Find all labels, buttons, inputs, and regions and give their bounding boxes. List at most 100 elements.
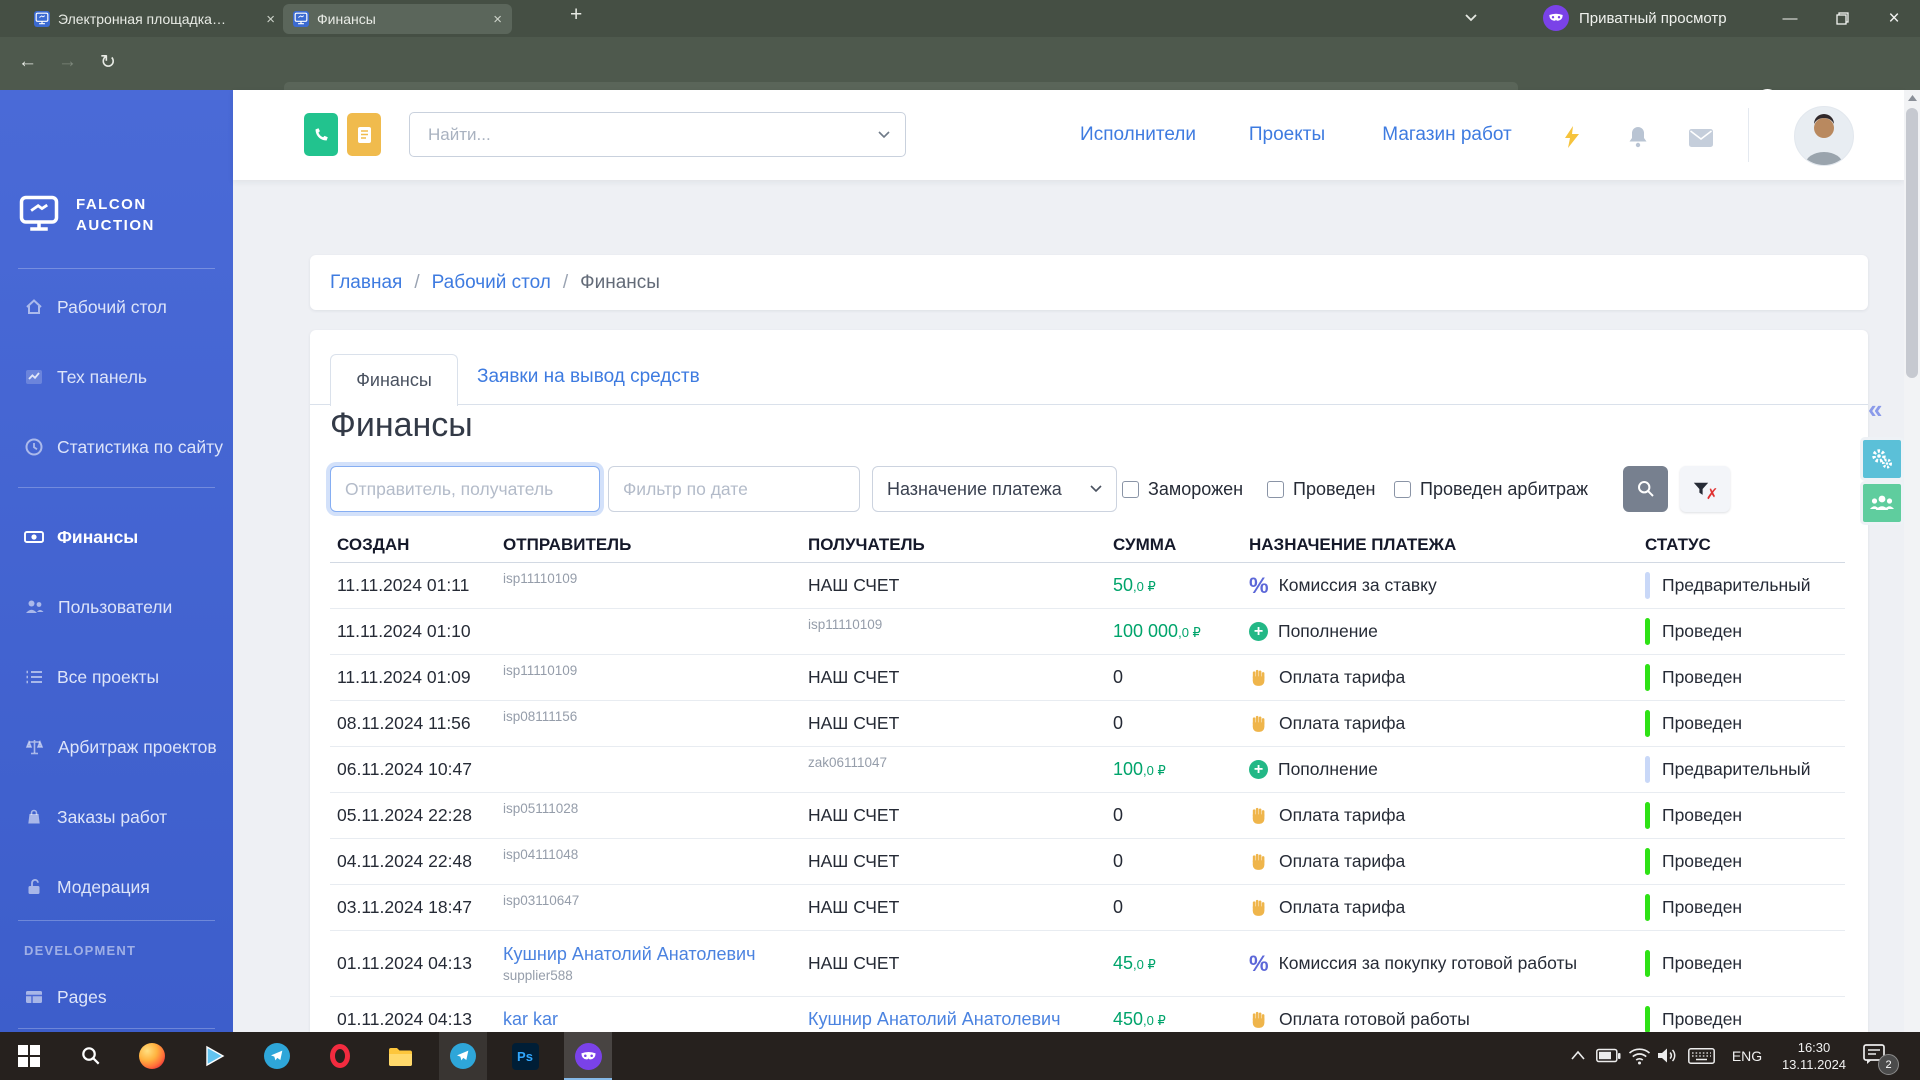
table-row: 01.11.2024 04:13 Кушнир Анатолий Анатоле… (330, 931, 1845, 997)
status-bar (1645, 710, 1650, 737)
frozen-checkbox-input[interactable] (1122, 481, 1139, 498)
sidebar-item-users[interactable]: Пользователи (24, 595, 172, 619)
search-button[interactable] (1623, 466, 1668, 512)
taskbar-private-browser-active[interactable] (564, 1032, 612, 1080)
envelope-icon[interactable] (1689, 129, 1713, 147)
taskbar-media-player[interactable] (190, 1032, 238, 1080)
global-search-combobox[interactable] (409, 112, 906, 157)
restore-button[interactable] (1816, 0, 1868, 37)
tab-overflow-icon[interactable] (1464, 12, 1478, 24)
sidebar-item-site-stats[interactable]: Статистика по сайту (24, 435, 223, 459)
sidebar-item-all-projects[interactable]: Все проекты (24, 665, 159, 689)
taskbar-opera[interactable] (316, 1032, 364, 1080)
taskbar-search-button[interactable] (67, 1032, 115, 1080)
user-avatar[interactable] (1794, 106, 1854, 166)
cell-receiver: zak06111047 (808, 759, 1113, 780)
checkbox-completed[interactable]: Проведен (1267, 466, 1375, 512)
tab-close-icon[interactable]: × (493, 11, 502, 28)
nav-link-work-shop[interactable]: Магазин работ (1382, 124, 1511, 146)
tray-date-value: 13.11.2024 (1782, 1056, 1846, 1073)
chevron-down-icon[interactable] (878, 131, 890, 139)
sidebar-divider (18, 920, 215, 921)
reset-x-icon: ✗ (1706, 485, 1719, 503)
sidebar-item-desktop[interactable]: Рабочий стол (24, 295, 167, 319)
tray-language[interactable]: ENG (1728, 1032, 1766, 1080)
tray-clock[interactable]: 16:30 13.11.2024 (1768, 1032, 1860, 1080)
telegram-icon (264, 1043, 290, 1069)
sidebar-item-pages[interactable]: Pages (24, 985, 107, 1009)
lightning-icon[interactable] (1563, 125, 1581, 149)
cell-purpose: %+Оплата тарифа (1249, 805, 1645, 826)
taskbar-firefox[interactable] (128, 1032, 176, 1080)
phone-button[interactable] (304, 113, 338, 156)
close-button[interactable]: × (1868, 0, 1920, 37)
reload-icon[interactable]: ↻ (100, 51, 116, 74)
private-mask-icon (575, 1043, 602, 1070)
arbitration-checkbox-input[interactable] (1394, 481, 1411, 498)
orders-doc-button[interactable] (347, 113, 381, 156)
tray-chevron-up-icon[interactable] (1570, 1049, 1586, 1061)
tab-finances[interactable]: Финансы (330, 354, 458, 406)
taskbar-photoshop[interactable]: Ps (501, 1032, 549, 1080)
collapse-panel-icon[interactable]: « (1868, 394, 1882, 425)
cell-receiver: НАШ СЧЕТ (808, 667, 1113, 688)
status-bar (1645, 618, 1650, 645)
scroll-up-icon[interactable] (1904, 90, 1920, 106)
cell-sender: isp11110109 (503, 667, 808, 688)
sidebar-item-arbitration[interactable]: Арбитраж проектов (24, 735, 217, 759)
breadcrumb-home[interactable]: Главная (330, 272, 402, 294)
date-filter-input[interactable] (608, 466, 860, 512)
sidebar-item-tech-panel[interactable]: Тех панель (24, 365, 147, 389)
users-widget-button[interactable] (1860, 481, 1904, 525)
global-search-input[interactable] (426, 124, 878, 146)
volume-icon[interactable] (1657, 1046, 1678, 1065)
browser-tab-bar: Электронная площадка услуг × Финансы × +… (0, 0, 1920, 37)
tabs-underline (310, 404, 1868, 405)
page-scrollbar[interactable] (1904, 90, 1920, 1032)
status-bar (1645, 1006, 1650, 1033)
table-row: 06.11.2024 10:47 zak06111047 100,0 ₽ %+П… (330, 747, 1845, 793)
status-bar (1645, 664, 1650, 691)
col-purpose: НАЗНАЧЕНИЕ ПЛАТЕЖА (1249, 535, 1645, 555)
keyboard-icon[interactable] (1688, 1048, 1715, 1064)
checkbox-arbitration-completed[interactable]: Проведен арбитраж (1394, 466, 1588, 512)
browser-tab-marketplace[interactable]: Электронная площадка услуг × (24, 4, 285, 34)
folder-icon (388, 1046, 413, 1067)
sender-filter-input[interactable] (330, 466, 600, 512)
top-navbar: Исполнители Проекты Магазин работ (233, 90, 1904, 180)
sidebar-divider (18, 268, 215, 269)
brand-logo[interactable]: FALCON AUCTION (16, 194, 155, 236)
minimize-button[interactable]: — (1764, 0, 1816, 37)
cell-amount: 0 (1113, 805, 1249, 826)
tab-close-icon[interactable]: × (266, 11, 275, 28)
purpose-select[interactable]: Назначение платежа (872, 466, 1117, 512)
settings-widget-button[interactable] (1860, 437, 1904, 481)
site-favicon-icon (293, 11, 309, 27)
forward-icon[interactable]: → (58, 51, 77, 73)
new-tab-button[interactable]: + (570, 3, 582, 27)
battery-icon[interactable] (1596, 1048, 1621, 1063)
sidebar-item-work-orders[interactable]: Заказы работ (24, 805, 167, 829)
nav-link-executors[interactable]: Исполнители (1080, 124, 1196, 146)
filter-reset-button[interactable]: ✗ (1680, 466, 1730, 512)
opera-icon (330, 1044, 350, 1068)
sidebar-item-moderation[interactable]: Модерация (24, 875, 150, 899)
taskbar-telegram-running[interactable] (439, 1032, 487, 1080)
tab-withdraw-requests[interactable]: Заявки на вывод средств (477, 366, 700, 388)
cell-created: 04.11.2024 22:48 (337, 851, 503, 872)
breadcrumb-desktop[interactable]: Рабочий стол (432, 272, 551, 294)
cell-amount: 45,0 ₽ (1113, 953, 1249, 974)
taskbar-telegram[interactable] (253, 1032, 301, 1080)
bell-icon[interactable] (1627, 125, 1649, 149)
checkbox-frozen[interactable]: Заморожен (1122, 466, 1243, 512)
wifi-icon[interactable] (1628, 1047, 1651, 1065)
start-button[interactable] (5, 1032, 53, 1080)
browser-tab-finances[interactable]: Финансы × (283, 4, 512, 34)
sidebar-item-finances[interactable]: Финансы (24, 525, 138, 549)
taskbar-file-explorer[interactable] (376, 1032, 424, 1080)
back-icon[interactable]: ← (18, 51, 37, 73)
nav-link-projects[interactable]: Проекты (1249, 124, 1325, 146)
completed-checkbox-input[interactable] (1267, 481, 1284, 498)
plus-icon: + (1249, 622, 1268, 641)
scrollbar-thumb[interactable] (1906, 108, 1918, 378)
